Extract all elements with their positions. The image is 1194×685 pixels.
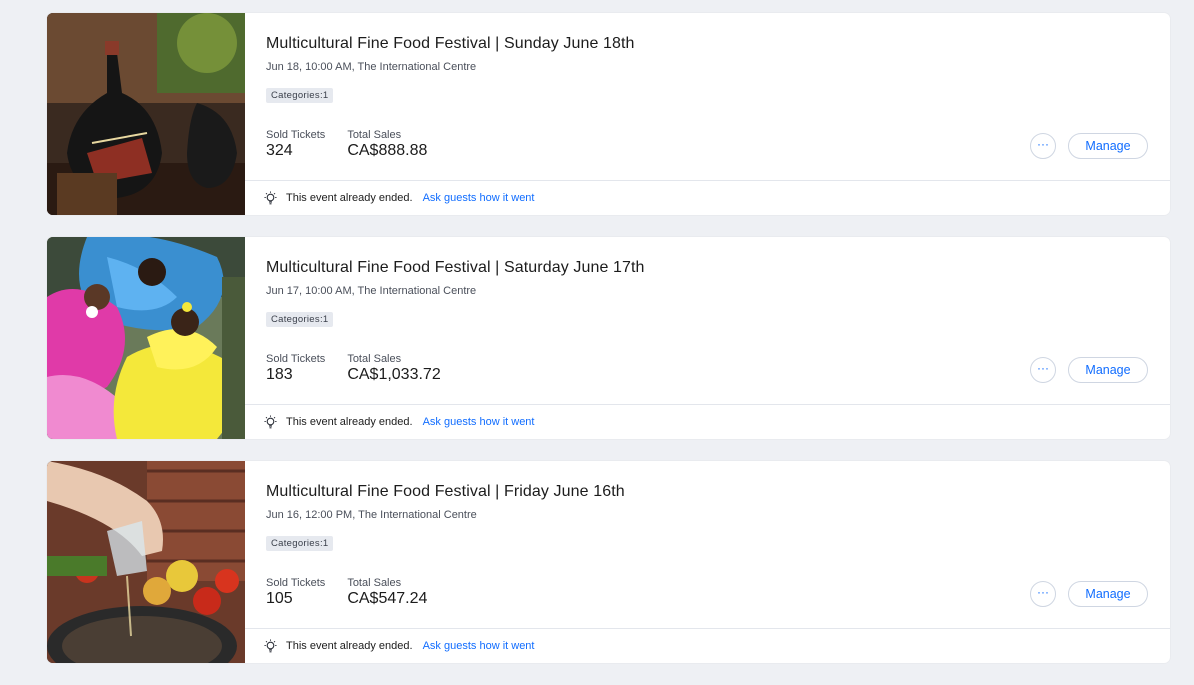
event-stats: Sold Tickets 324 Total Sales CA$888.88 [266, 129, 427, 160]
event-ended-notice: This event already ended. Ask guests how… [245, 180, 1170, 215]
sold-tickets-stat: Sold Tickets 183 [266, 353, 325, 384]
events-list: Multicultural Fine Food Festival | Sunda… [47, 13, 1170, 685]
sold-tickets-value: 324 [266, 142, 293, 159]
event-stats: Sold Tickets 183 Total Sales CA$1,033.72 [266, 353, 441, 384]
more-actions-button[interactable]: ··· [1030, 357, 1056, 383]
total-sales-label: Total Sales [347, 129, 402, 141]
sold-tickets-stat: Sold Tickets 324 [266, 129, 325, 160]
event-date-location: Jun 16, 12:00 PM, The International Cent… [266, 509, 477, 521]
event-actions: ··· Manage [1030, 581, 1148, 607]
ask-guests-link[interactable]: Ask guests how it went [423, 192, 535, 204]
event-image-coffee-pot[interactable] [47, 13, 245, 215]
manage-button[interactable]: Manage [1068, 357, 1148, 383]
total-sales-value: CA$547.24 [347, 590, 428, 607]
event-title[interactable]: Multicultural Fine Food Festival | Sunda… [266, 35, 635, 53]
more-actions-button[interactable]: ··· [1030, 133, 1056, 159]
cooking-oil-photo [47, 461, 245, 663]
ask-guests-link[interactable]: Ask guests how it went [423, 640, 535, 652]
sold-tickets-label: Sold Tickets [266, 577, 326, 589]
lightbulb-icon [263, 191, 278, 206]
sold-tickets-stat: Sold Tickets 105 [266, 577, 325, 608]
event-title[interactable]: Multicultural Fine Food Festival | Frida… [266, 483, 625, 501]
sold-tickets-value: 183 [266, 366, 293, 383]
categories-badge: Categories:1 [266, 88, 334, 103]
total-sales-value: CA$1,033.72 [347, 366, 441, 383]
event-actions: ··· Manage [1030, 357, 1148, 383]
event-ended-notice: This event already ended. Ask guests how… [245, 628, 1170, 663]
event-ended-text: This event already ended. [286, 192, 413, 204]
total-sales-label: Total Sales [347, 353, 402, 365]
lightbulb-icon [263, 639, 278, 654]
dancers-photo [47, 237, 245, 439]
total-sales-stat: Total Sales CA$1,033.72 [347, 353, 440, 384]
sold-tickets-label: Sold Tickets [266, 129, 326, 141]
total-sales-stat: Total Sales CA$888.88 [347, 129, 427, 160]
ask-guests-link[interactable]: Ask guests how it went [423, 416, 535, 428]
event-title[interactable]: Multicultural Fine Food Festival | Satur… [266, 259, 645, 277]
sold-tickets-label: Sold Tickets [266, 353, 326, 365]
event-ended-text: This event already ended. [286, 640, 413, 652]
event-stats: Sold Tickets 105 Total Sales CA$547.24 [266, 577, 427, 608]
event-image-dancers[interactable] [47, 237, 245, 439]
event-date-location: Jun 18, 10:00 AM, The International Cent… [266, 61, 477, 73]
event-ended-notice: This event already ended. Ask guests how… [245, 404, 1170, 439]
event-card[interactable]: Multicultural Fine Food Festival | Frida… [47, 461, 1170, 663]
manage-button[interactable]: Manage [1068, 581, 1148, 607]
event-card[interactable]: Multicultural Fine Food Festival | Sunda… [47, 13, 1170, 215]
coffee-pot-photo [47, 13, 245, 215]
sold-tickets-value: 105 [266, 590, 293, 607]
total-sales-label: Total Sales [347, 577, 402, 589]
event-ended-text: This event already ended. [286, 416, 413, 428]
manage-button[interactable]: Manage [1068, 133, 1148, 159]
lightbulb-icon [263, 415, 278, 430]
more-actions-button[interactable]: ··· [1030, 581, 1056, 607]
event-card[interactable]: Multicultural Fine Food Festival | Satur… [47, 237, 1170, 439]
event-image-cooking-oil[interactable] [47, 461, 245, 663]
categories-badge: Categories:1 [266, 312, 334, 327]
total-sales-stat: Total Sales CA$547.24 [347, 577, 427, 608]
total-sales-value: CA$888.88 [347, 142, 428, 159]
categories-badge: Categories:1 [266, 536, 334, 551]
event-actions: ··· Manage [1030, 133, 1148, 159]
event-date-location: Jun 17, 10:00 AM, The International Cent… [266, 285, 477, 297]
